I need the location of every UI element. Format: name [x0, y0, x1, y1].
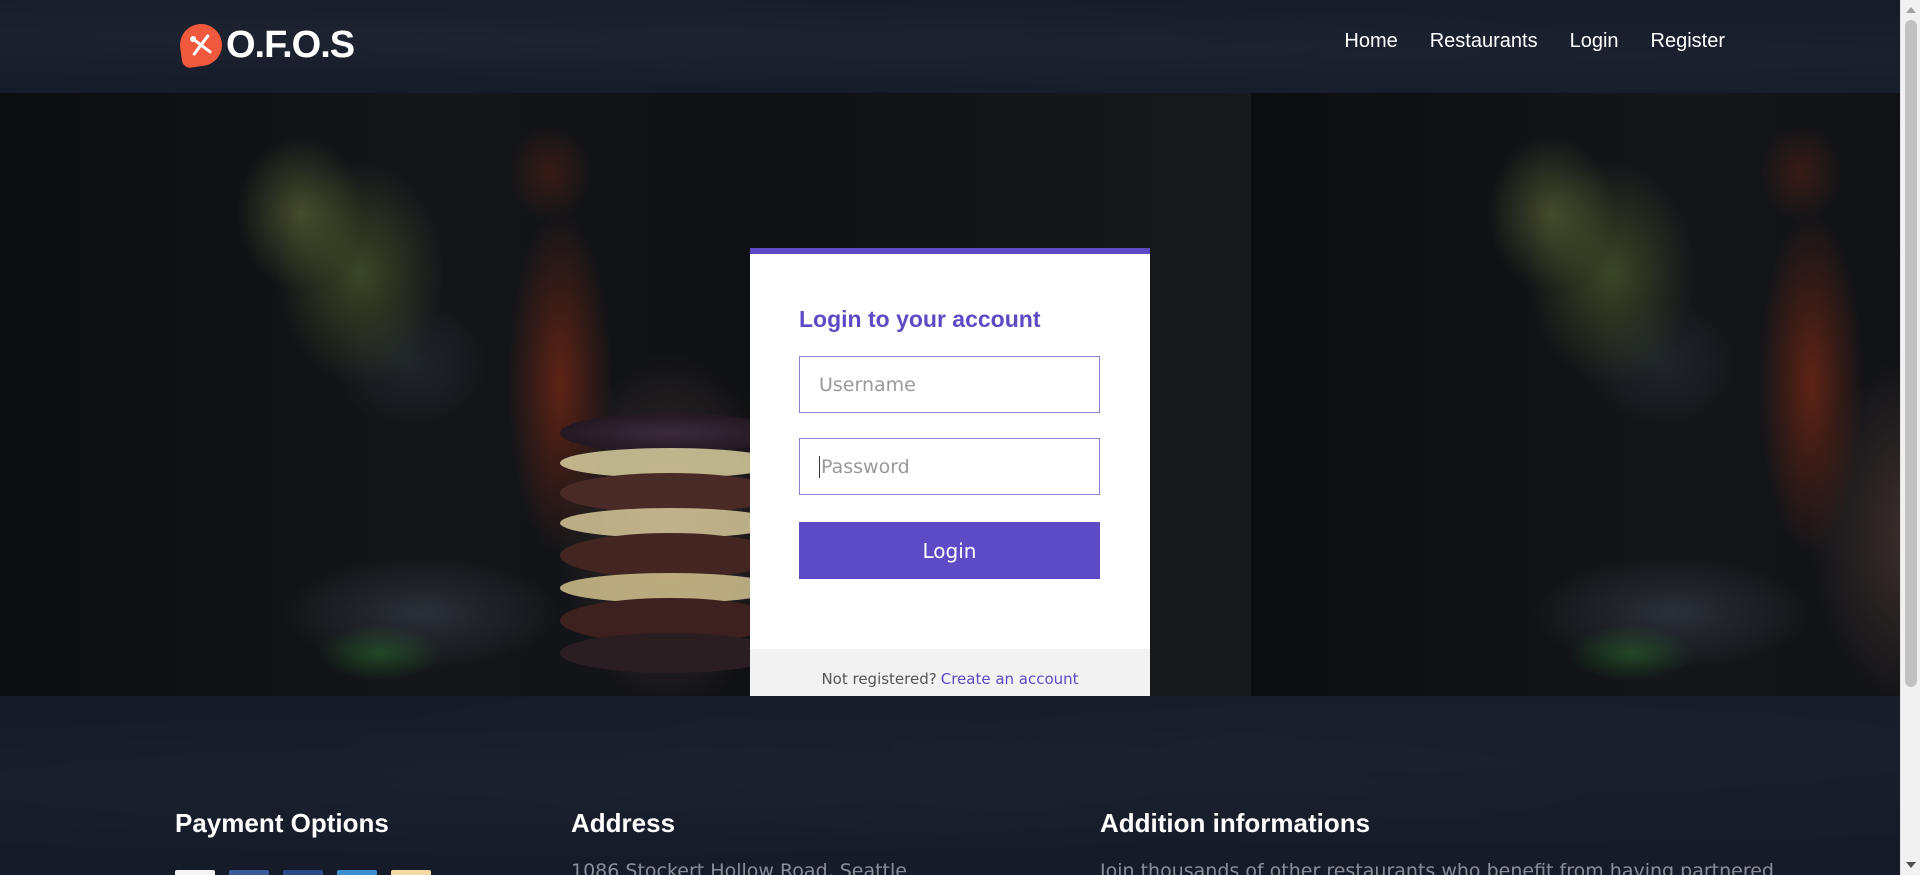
nav-register[interactable]: Register [1651, 30, 1725, 53]
username-input[interactable]: Username [799, 356, 1100, 413]
scroll-thumb[interactable] [1905, 20, 1917, 687]
scroll-down-arrow-icon[interactable] [1906, 862, 1916, 868]
top-navbar: O.F.O.S Home Restaurants Login Register [0, 0, 1900, 93]
login-title: Login to your account [799, 306, 1041, 332]
discover-icon [391, 870, 431, 875]
nav-login[interactable]: Login [1570, 30, 1619, 53]
main-nav: Home Restaurants Login Register [1344, 30, 1725, 53]
site-footer: Payment Options Address 1086 Stockert Ho… [0, 696, 1900, 875]
fork-knife-pin-icon [177, 21, 225, 69]
scroll-up-arrow-icon[interactable] [1906, 7, 1916, 13]
paypal-icon [229, 870, 269, 875]
brand-name: O.F.O.S [226, 23, 355, 66]
mastercard-icon [283, 870, 323, 875]
password-input[interactable]: Password [799, 438, 1100, 495]
additional-info-text: Join thousands of other restaurants who … [1100, 860, 1774, 875]
username-placeholder: Username [819, 373, 916, 396]
payment-options-title: Payment Options [175, 808, 389, 838]
address-title: Address [571, 808, 676, 838]
additional-info-title: Addition informations [1100, 808, 1371, 838]
login-button[interactable]: Login [799, 522, 1100, 579]
hero-background-image-repeat [1251, 93, 1900, 696]
dessert-image [560, 393, 780, 693]
visa-icon [175, 870, 215, 875]
amex-icon [337, 870, 377, 875]
address-text: 1086 Stockert Hollow Road, Seattle [571, 860, 907, 875]
brand-logo[interactable]: O.F.O.S [177, 21, 355, 69]
hero-section: Login to your account Username Password … [0, 93, 1900, 696]
nav-home[interactable]: Home [1344, 30, 1397, 53]
payment-icons [175, 870, 431, 875]
text-caret [819, 455, 820, 478]
login-card-footer: Not registered? Create an account [750, 649, 1150, 696]
password-placeholder: Password [821, 455, 910, 478]
nav-restaurants[interactable]: Restaurants [1430, 30, 1538, 53]
vertical-scrollbar[interactable] [1900, 0, 1920, 875]
login-card: Login to your account Username Password … [750, 248, 1150, 696]
not-registered-text: Not registered? [821, 670, 937, 688]
create-account-link[interactable]: Create an account [941, 670, 1079, 688]
